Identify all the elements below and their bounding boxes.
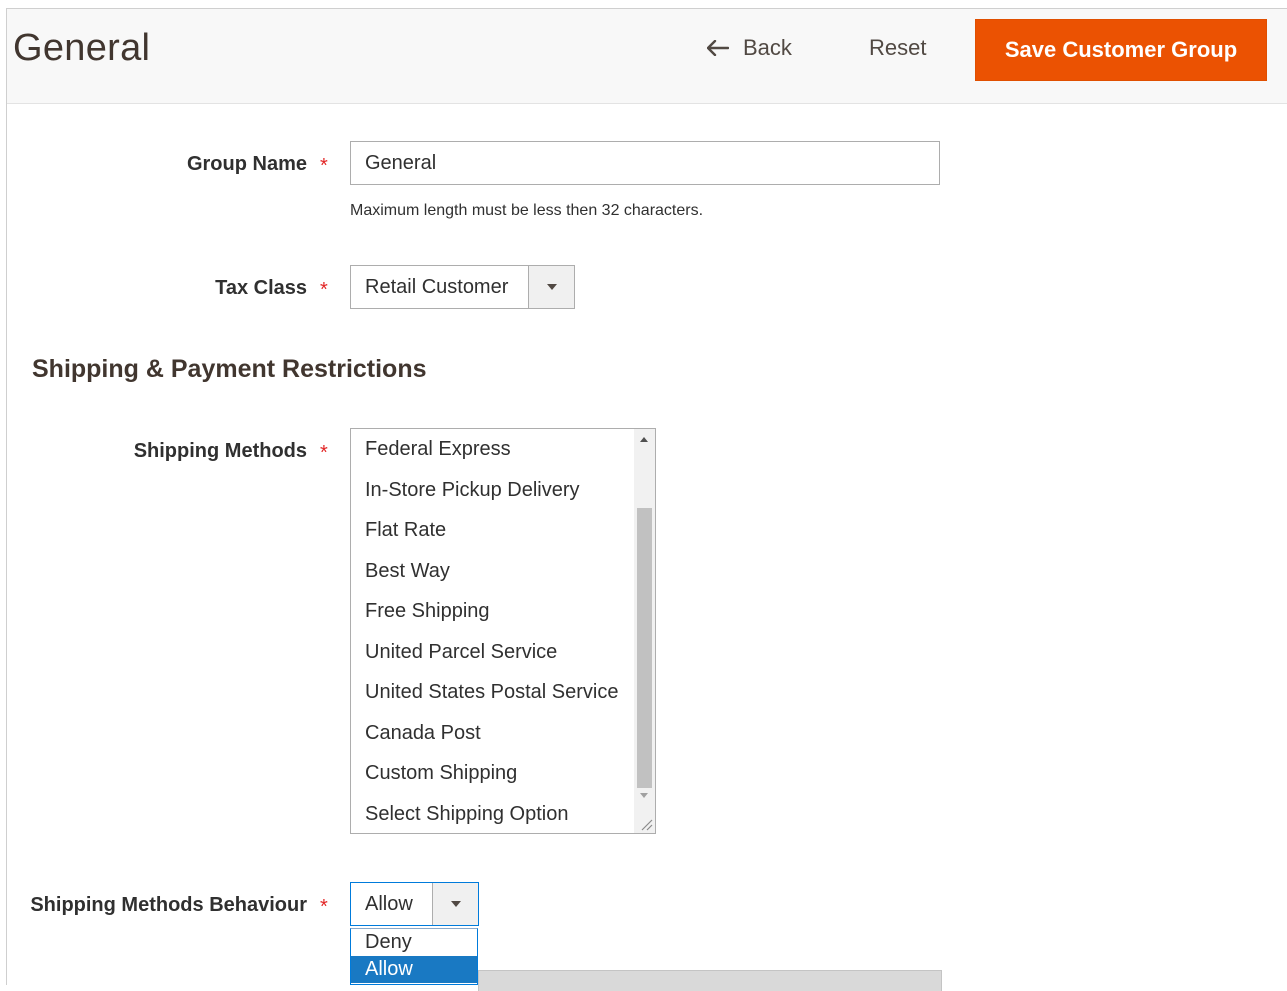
tax-class-value: Retail Customer xyxy=(365,276,509,298)
shipping-behaviour-select[interactable]: Allow xyxy=(350,882,479,926)
dropdown-option-deny[interactable]: Deny xyxy=(351,929,477,956)
resize-handle-icon[interactable] xyxy=(639,817,653,831)
shipping-option[interactable]: Free Shipping xyxy=(351,591,634,632)
shipping-behaviour-label: Shipping Methods Behaviour xyxy=(30,894,307,916)
required-marker: * xyxy=(320,442,328,464)
shipping-option[interactable]: Canada Post xyxy=(351,713,634,754)
save-customer-group-button[interactable]: Save Customer Group xyxy=(975,19,1267,81)
page-header: General Back Reset Save Customer Group xyxy=(7,9,1287,104)
reset-button[interactable]: Reset xyxy=(869,35,926,61)
dropdown-option-allow[interactable]: Allow xyxy=(351,956,477,983)
shipping-behaviour-dropdown: Deny Allow xyxy=(350,928,478,985)
arrow-left-icon xyxy=(707,40,729,56)
required-marker: * xyxy=(320,279,328,301)
required-marker: * xyxy=(320,155,328,177)
scroll-up-arrow-icon[interactable] xyxy=(640,437,648,442)
shipping-option[interactable]: United Parcel Service xyxy=(351,632,634,673)
group-name-note: Maximum length must be less then 32 char… xyxy=(350,202,704,219)
shipping-methods-label: Shipping Methods xyxy=(133,440,307,462)
shipping-option[interactable]: Best Way xyxy=(351,551,634,592)
partially-visible-field xyxy=(478,970,942,991)
required-marker: * xyxy=(320,896,328,918)
back-button[interactable]: Back xyxy=(707,35,792,61)
group-name-input[interactable] xyxy=(350,141,940,185)
page-frame: General Back Reset Save Customer Group G… xyxy=(6,8,1287,991)
scrollbar[interactable] xyxy=(634,429,655,833)
shipping-option[interactable]: Select Shipping Option xyxy=(351,794,634,834)
tax-class-select[interactable]: Retail Customer xyxy=(350,265,575,309)
tax-class-label: Tax Class xyxy=(215,277,307,299)
scrollbar-thumb[interactable] xyxy=(637,508,652,788)
section-title: Shipping & Payment Restrictions xyxy=(32,355,427,383)
shipping-methods-list: Federal Express In-Store Pickup Delivery… xyxy=(351,429,634,834)
shipping-option[interactable]: Federal Express xyxy=(351,429,634,470)
shipping-option[interactable]: United States Postal Service xyxy=(351,672,634,713)
back-label: Back xyxy=(743,35,792,60)
chevron-down-icon[interactable] xyxy=(528,266,574,308)
shipping-behaviour-value: Allow xyxy=(365,893,413,915)
shipping-methods-multiselect[interactable]: Federal Express In-Store Pickup Delivery… xyxy=(350,428,656,834)
page-title: General xyxy=(13,27,151,69)
shipping-option[interactable]: Flat Rate xyxy=(351,510,634,551)
chevron-down-icon[interactable] xyxy=(432,883,478,925)
group-name-label: Group Name xyxy=(186,153,307,175)
scroll-down-arrow-icon[interactable] xyxy=(640,793,648,798)
shipping-option[interactable]: In-Store Pickup Delivery xyxy=(351,470,634,511)
shipping-option[interactable]: Custom Shipping xyxy=(351,753,634,794)
